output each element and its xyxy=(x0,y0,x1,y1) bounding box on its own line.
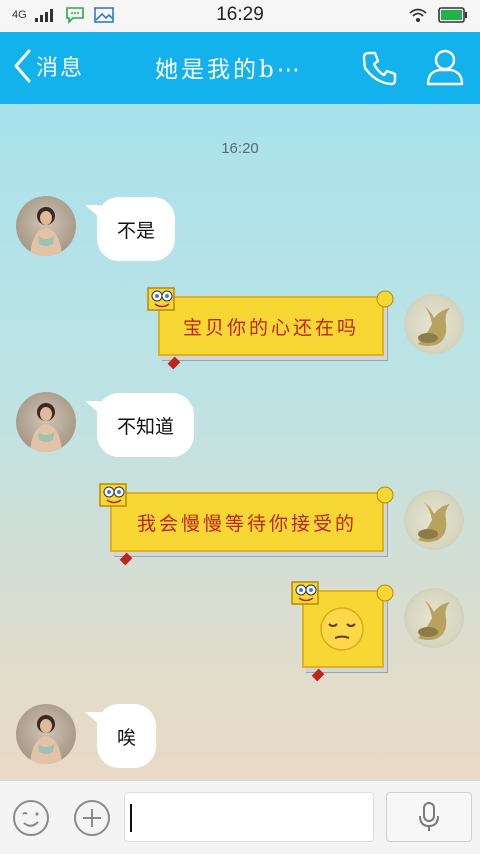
my-avatar-image xyxy=(418,306,450,346)
emoji-button[interactable] xyxy=(12,799,50,841)
profile-button[interactable] xyxy=(424,46,466,92)
voice-button[interactable] xyxy=(386,792,472,842)
contact-avatar-image xyxy=(30,207,62,256)
message-text: 不是 xyxy=(117,219,156,242)
back-label: 消息 xyxy=(36,56,85,81)
my-avatar[interactable] xyxy=(404,588,464,648)
back-button[interactable]: 消息 xyxy=(12,48,84,84)
input-bar xyxy=(0,780,480,854)
spongebob-icon xyxy=(99,483,127,507)
sign-text: 我会慢慢等待你接受的 xyxy=(136,512,357,535)
pensive-face-icon xyxy=(320,607,364,651)
message-input[interactable] xyxy=(124,792,374,842)
hand-icon xyxy=(376,486,394,504)
phone-icon xyxy=(362,51,397,86)
wifi-icon xyxy=(409,8,427,22)
microphone-icon xyxy=(419,802,439,831)
chat-header: 消息 她是我的b⋯ xyxy=(0,32,480,104)
my-avatar-image xyxy=(418,502,450,542)
hand-icon xyxy=(376,290,394,308)
profile-icon xyxy=(426,49,464,86)
my-avatar-image xyxy=(418,600,450,640)
spongebob-icon xyxy=(147,287,175,311)
battery-icon xyxy=(438,7,467,23)
sign-text: 宝贝你的心还在吗 xyxy=(182,316,359,339)
sign-sticker-message[interactable]: 我会慢慢等待你接受的 xyxy=(99,483,394,566)
add-button[interactable] xyxy=(73,799,111,841)
contact-avatar-image xyxy=(30,403,62,452)
sign-pin xyxy=(311,668,325,682)
my-avatar[interactable] xyxy=(404,294,464,354)
message-text: 唉 xyxy=(117,726,137,749)
contact-avatar[interactable] xyxy=(16,704,76,764)
sign-pin xyxy=(167,356,181,370)
emoji-icon xyxy=(13,800,49,836)
sign-sticker-message[interactable] xyxy=(291,581,394,682)
plus-icon xyxy=(74,800,110,836)
hand-icon xyxy=(376,584,394,602)
call-button[interactable] xyxy=(360,48,400,92)
message-bubble-incoming[interactable]: 不知道 xyxy=(84,393,195,457)
chat-title: 她是我的b⋯ xyxy=(155,57,303,83)
message-timestamp: 16:20 xyxy=(221,140,259,157)
message-bubble-incoming[interactable]: 唉 xyxy=(84,704,157,768)
contact-avatar[interactable] xyxy=(16,196,76,256)
contact-avatar-image xyxy=(30,715,62,764)
message-text: 不知道 xyxy=(117,415,175,438)
back-chevron-icon xyxy=(14,49,31,83)
spongebob-icon xyxy=(291,581,319,605)
sign-pin xyxy=(119,552,133,566)
sign-sticker-message[interactable]: 宝贝你的心还在吗 xyxy=(147,287,394,370)
text-cursor xyxy=(130,804,132,832)
my-avatar[interactable] xyxy=(404,490,464,550)
chat-messages[interactable]: 16:20 不是 宝贝你的心还在吗 不知道 我会慢慢等待你接受的 唉 xyxy=(0,104,480,780)
message-bubble-incoming[interactable]: 不是 xyxy=(84,197,176,261)
contact-avatar[interactable] xyxy=(16,392,76,452)
status-bar: 4G 16:29 xyxy=(0,0,480,32)
